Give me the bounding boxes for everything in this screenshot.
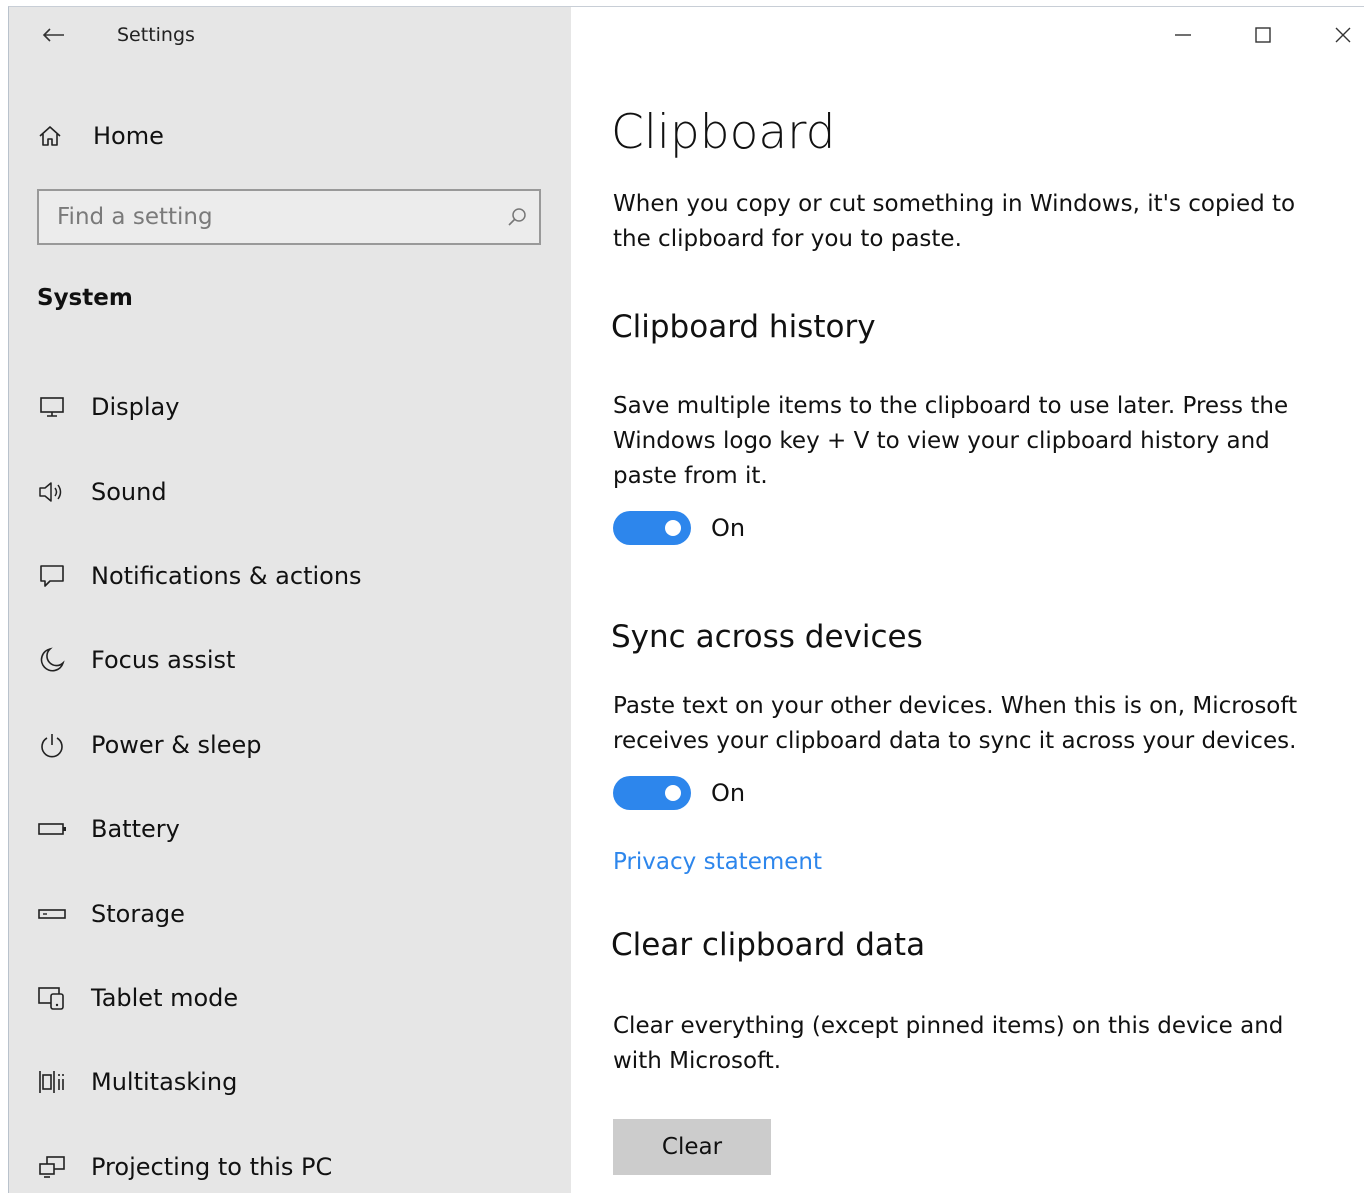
- sidebar-item-focus-assist[interactable]: Focus assist: [9, 618, 571, 702]
- sidebar-item-power-sleep[interactable]: Power & sleep: [9, 703, 571, 787]
- section-label-system: System: [37, 285, 133, 311]
- clear-data-description: Clear everything (except pinned items) o…: [613, 1013, 1284, 1074]
- sidebar-item-home[interactable]: Home: [37, 111, 537, 161]
- privacy-statement-link[interactable]: Privacy statement: [613, 849, 822, 875]
- maximize-button[interactable]: [1243, 17, 1283, 53]
- sidebar-item-label: Display: [91, 393, 180, 422]
- sidebar-item-label: Tablet mode: [91, 983, 239, 1012]
- maximize-icon: [1255, 27, 1271, 43]
- page-title: Clipboard: [611, 105, 836, 160]
- main-content: Clipboard When you copy or cut something…: [571, 7, 1364, 1193]
- close-icon: [1335, 27, 1351, 43]
- tablet-mode-icon: [35, 981, 69, 1015]
- home-icon: [37, 124, 73, 148]
- power-icon: [35, 728, 69, 762]
- clear-data-heading: Clear clipboard data: [611, 927, 926, 963]
- moon-icon: [35, 643, 69, 677]
- clipboard-history-description: Save multiple items to the clipboard to …: [613, 393, 1289, 489]
- sync-toggle-label: On: [711, 779, 746, 807]
- minimize-icon: [1175, 34, 1191, 36]
- sidebar-item-projecting[interactable]: Projecting to this PC: [9, 1125, 571, 1193]
- toggle-knob: [665, 785, 681, 801]
- clipboard-history-heading: Clipboard history: [611, 309, 876, 345]
- clear-button[interactable]: Clear: [613, 1119, 771, 1175]
- minimize-button[interactable]: [1163, 17, 1203, 53]
- sidebar-item-label: Multitasking: [91, 1068, 238, 1097]
- sidebar-item-label: Power & sleep: [91, 730, 262, 759]
- sidebar-item-display[interactable]: Display: [9, 365, 571, 449]
- back-arrow-icon: [42, 28, 64, 42]
- sync-description: Paste text on your other devices. When t…: [613, 693, 1298, 754]
- close-button[interactable]: [1323, 17, 1363, 53]
- sidebar-item-label: Battery: [91, 815, 180, 844]
- intro-text: When you copy or cut something in Window…: [613, 191, 1296, 252]
- settings-window: Settings Home System: [8, 6, 1364, 1193]
- search-icon[interactable]: [495, 206, 539, 228]
- sidebar-item-label: Storage: [91, 899, 185, 928]
- sidebar-item-label: Sound: [91, 477, 167, 506]
- clipboard-history-toggle-row: On: [613, 511, 745, 545]
- projecting-icon: [35, 1150, 69, 1184]
- sidebar-item-tablet-mode[interactable]: Tablet mode: [9, 956, 571, 1040]
- sidebar-nav: Display Sound Notifications & actions Fo…: [9, 365, 571, 1193]
- app-title: Settings: [117, 24, 195, 46]
- search-input[interactable]: [39, 191, 495, 243]
- speaker-icon: [35, 475, 69, 509]
- sync-toggle[interactable]: [613, 776, 691, 810]
- clipboard-history-toggle[interactable]: [613, 511, 691, 545]
- battery-icon: [35, 812, 69, 846]
- toggle-knob: [665, 520, 681, 536]
- sidebar-item-multitasking[interactable]: Multitasking: [9, 1040, 571, 1124]
- back-button[interactable]: [37, 21, 69, 49]
- sidebar-item-sound[interactable]: Sound: [9, 449, 571, 533]
- sidebar-item-label: Notifications & actions: [91, 561, 362, 590]
- sidebar-item-label: Projecting to this PC: [91, 1152, 333, 1181]
- multitasking-icon: [35, 1065, 69, 1099]
- display-icon: [35, 390, 69, 424]
- sidebar-item-notifications[interactable]: Notifications & actions: [9, 534, 571, 618]
- search-box[interactable]: [37, 189, 541, 245]
- storage-icon: [35, 897, 69, 931]
- notification-icon: [35, 559, 69, 593]
- clipboard-history-toggle-label: On: [711, 514, 746, 542]
- sync-heading: Sync across devices: [611, 619, 923, 655]
- sidebar-item-battery[interactable]: Battery: [9, 787, 571, 871]
- sidebar: Settings Home System: [9, 7, 571, 1193]
- home-label: Home: [93, 122, 164, 150]
- sidebar-item-storage[interactable]: Storage: [9, 871, 571, 955]
- sidebar-item-label: Focus assist: [91, 646, 236, 675]
- sync-toggle-row: On: [613, 776, 745, 810]
